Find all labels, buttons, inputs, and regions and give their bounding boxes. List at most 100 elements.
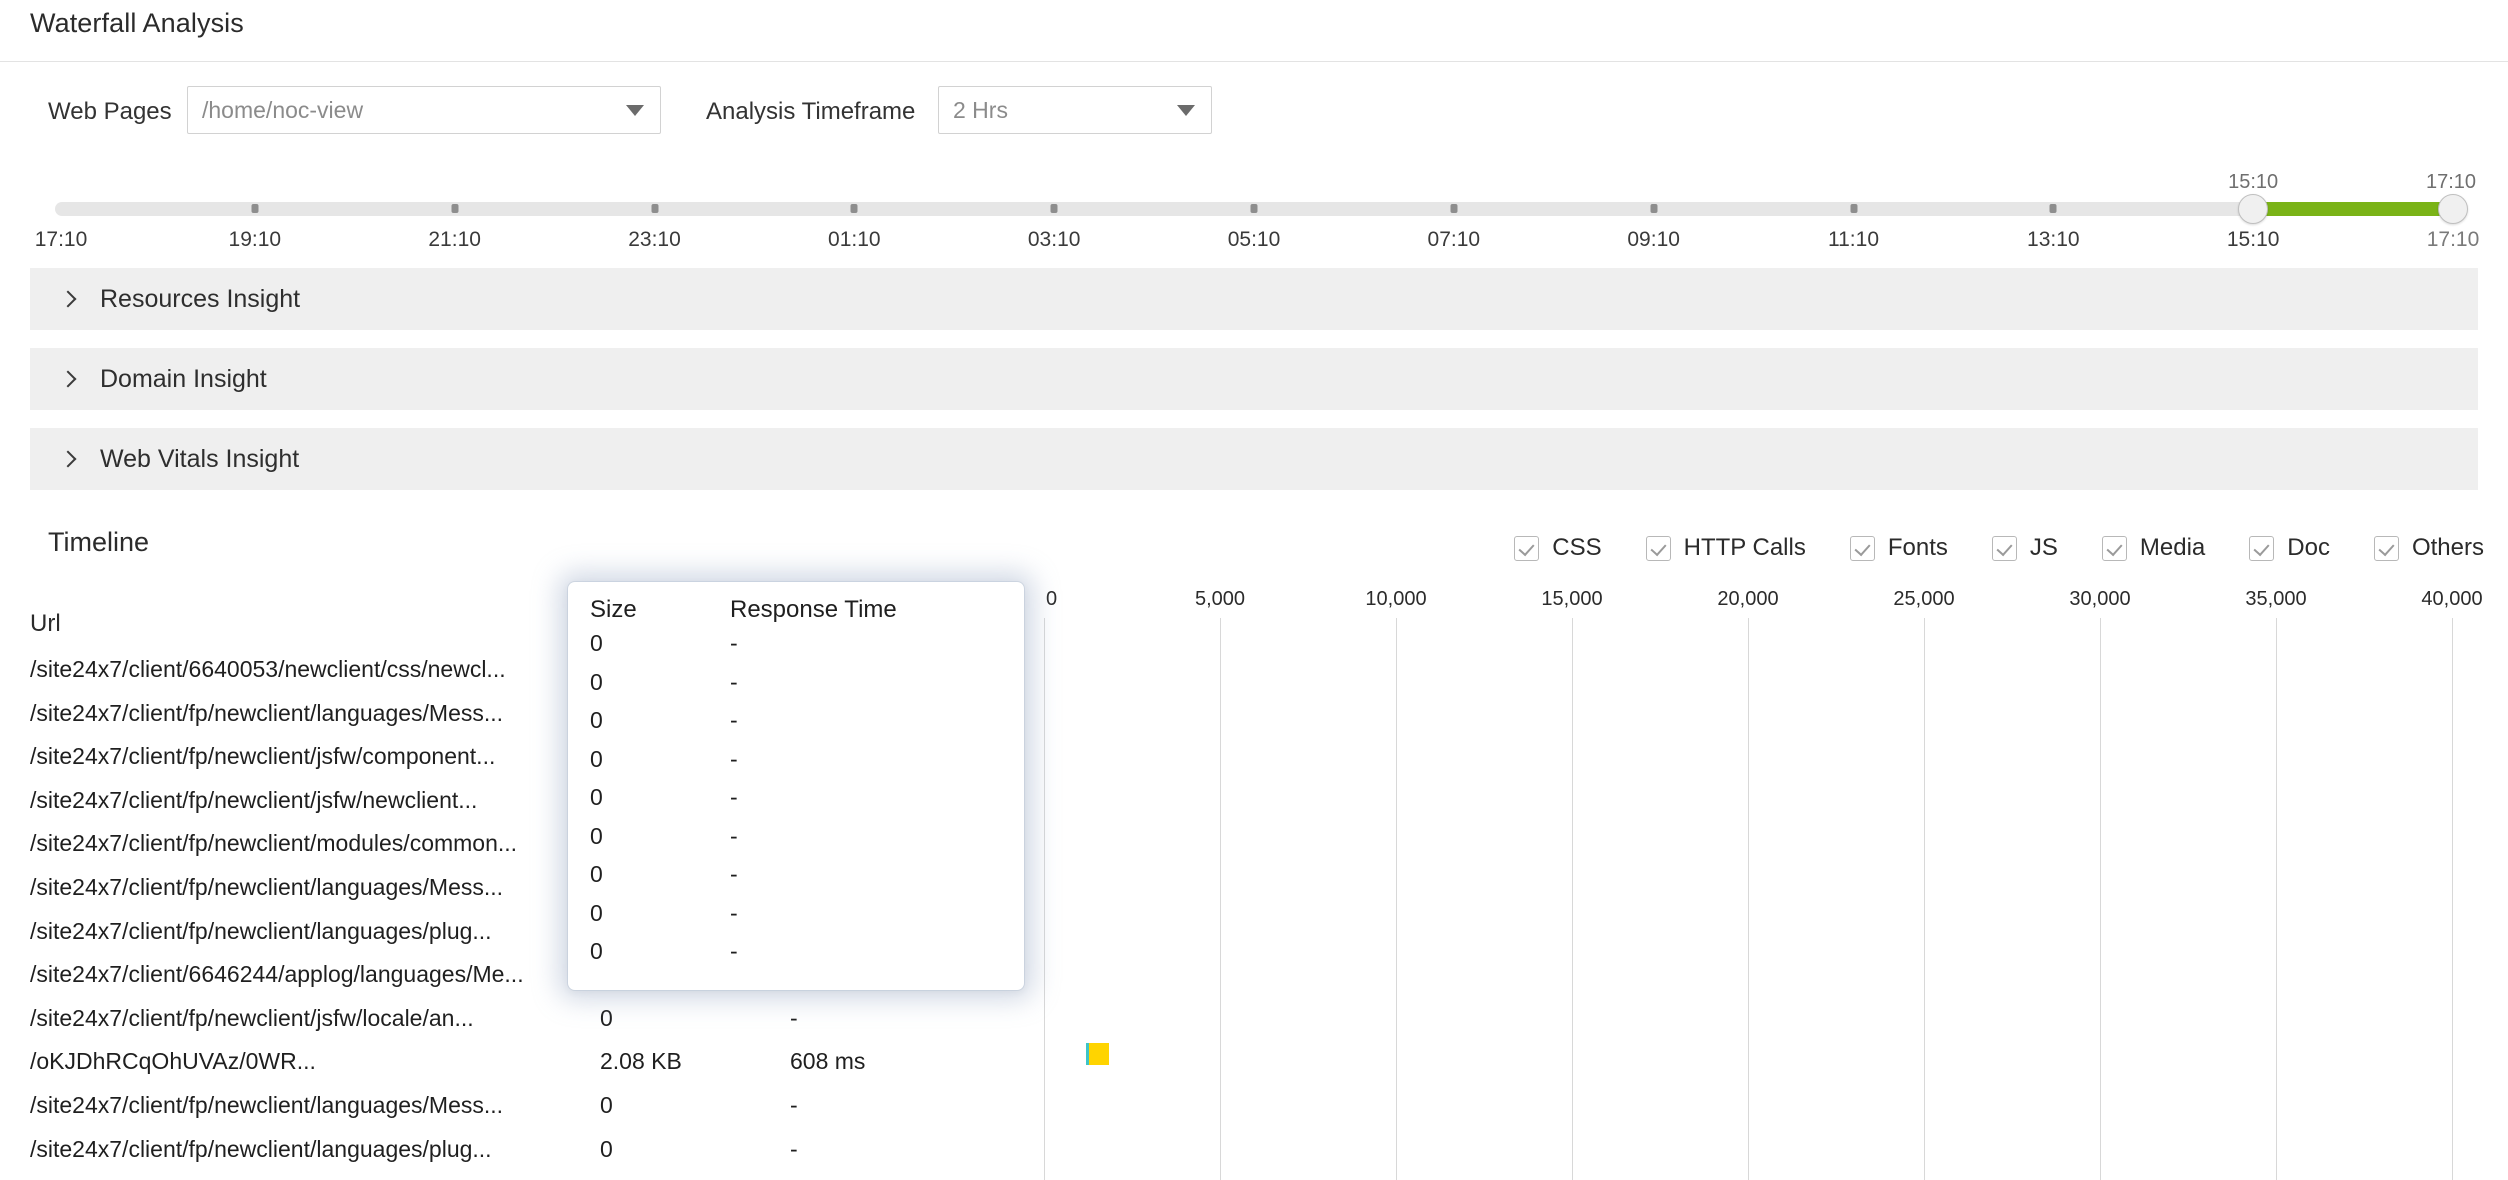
slider-tick-dot [1850, 204, 1857, 213]
legend-filter-media[interactable]: Media [2101, 534, 2206, 562]
slider-tick-dot [850, 204, 858, 213]
web-pages-select[interactable]: /home/noc-view [187, 86, 661, 134]
accordion-label: Resources Insight [100, 284, 301, 313]
cell-url: /site24x7/client/6640053/newclient/css/n… [30, 656, 506, 682]
filter-bar: Web Pages /home/noc-view Analysis Timefr… [0, 86, 2508, 148]
chart-gridline [2100, 618, 2101, 1180]
analysis-timeframe-select[interactable]: 2 Hrs [938, 86, 1212, 134]
checkbox-checked-icon[interactable] [2101, 535, 2127, 561]
overlay-cell-response-time: - [730, 938, 738, 964]
overlay-cell-response-time: - [730, 668, 738, 695]
chart-gridline [1396, 618, 1397, 1180]
slider-tick-dot [2049, 204, 2057, 213]
slider-handle-start[interactable] [2238, 194, 2269, 224]
legend-label: Others [2411, 534, 2484, 561]
legend-filter-js[interactable]: JS [1991, 534, 2058, 562]
accordion-web-vitals-insight[interactable]: Web Vitals Insight [30, 428, 2478, 490]
slider-tick-label: 13:10 [2027, 228, 2080, 251]
web-pages-selected-value: /home/noc-view [202, 96, 364, 123]
checkbox-checked-icon[interactable] [2373, 535, 2399, 561]
chevron-right-icon [59, 370, 77, 388]
slider-tick-label: 03:10 [1027, 228, 1081, 251]
chart-x-tick-label: 35,000 [2245, 588, 2307, 610]
accordion-label: Web Vitals Insight [100, 444, 300, 473]
checkbox-checked-icon[interactable] [1991, 535, 2017, 561]
cell-url: /site24x7/client/fp/newclient/languages/… [30, 699, 504, 726]
cell-url: /site24x7/client/fp/newclient/jsfw/compo… [30, 743, 496, 770]
accordion-label: Domain Insight [100, 364, 267, 393]
chart-x-tick-label: 10,000 [1365, 588, 1427, 610]
checkbox-checked-icon[interactable] [1645, 535, 1671, 561]
cell-response-time: 608 ms [790, 1048, 866, 1075]
slider-handle-start-label: 15:10 [2228, 171, 2279, 193]
slider-tick-label: 11:10 [1828, 228, 1879, 251]
cell-size: 0 [600, 1004, 613, 1031]
slider-tick-label: 21:10 [428, 228, 481, 251]
slider-tick-label: 05:10 [1227, 228, 1281, 251]
waterfall-chart: 0 5,000 10,000 15,000 20,000 25,000 30,000 35,0… [1030, 588, 2508, 1180]
slider-tick-dot [1450, 204, 1458, 213]
slider-tick-label: 15:10 [2226, 228, 2280, 251]
legend-label: HTTP Calls [1683, 534, 1806, 561]
slider-tick-dot [251, 204, 259, 213]
cell-url: /site24x7/client/6646244/applog/language… [30, 961, 524, 988]
slider-tick-dot [1650, 204, 1658, 213]
time-range-slider[interactable]: 15:10 17:10 17:10 19:10 21:10 23:10 01:10 03:… [0, 171, 2508, 260]
chart-x-tick-label: 20,000 [1717, 588, 1779, 610]
chart-gridline [1572, 618, 1573, 1180]
slider-tick-label: 19:10 [228, 228, 282, 251]
legend-filter-others[interactable]: Others [2373, 534, 2484, 562]
web-pages-label: Web Pages [48, 98, 172, 125]
chart-x-tick-label: 5,000 [1194, 588, 1246, 610]
overlay-cell-response-time: - [730, 822, 738, 849]
legend-filter-css[interactable]: CSS [1514, 534, 1602, 562]
chart-gridline [2452, 618, 2453, 1180]
chart-x-tick-label: 15,000 [1541, 588, 1603, 610]
detail-tooltip-panel: Size Response Time 0 - 0 - 0 - 0 - 0 - 0 - 0 - 0 - 0 - [568, 582, 1024, 990]
cell-url: /site24x7/client/fp/newclient/languages/… [30, 1135, 492, 1162]
legend-label: Media [2139, 534, 2206, 561]
accordion-resources-insight[interactable]: Resources Insight [30, 268, 2478, 330]
chevron-down-icon [1177, 104, 1195, 116]
slider-tick-dot [1050, 204, 1058, 213]
chart-gridline [1220, 618, 1221, 1180]
legend-filter-http-calls[interactable]: HTTP Calls [1645, 534, 1806, 562]
overlay-cell-size: 0 [590, 745, 603, 772]
chart-x-tick-label: 30,000 [2069, 588, 2131, 610]
overlay-cell-response-time: - [730, 745, 738, 772]
chevron-right-icon [59, 450, 77, 468]
overlay-column-header-response-time: Response Time [730, 596, 897, 623]
analysis-timeframe-selected-value: 2 Hrs [953, 96, 1008, 123]
overlay-cell-size: 0 [590, 707, 603, 733]
checkbox-checked-icon[interactable] [1849, 535, 1875, 561]
legend-filter-fonts[interactable]: Fonts [1849, 534, 1948, 562]
chart-x-tick-label: 0 [1046, 588, 1058, 610]
slider-tick-label: 07:10 [1427, 228, 1481, 251]
chart-bar[interactable] [1030, 1043, 2508, 1066]
cell-url: /oKJDhRCqOhUVAz/0WR... [30, 1048, 316, 1075]
overlay-cell-size: 0 [590, 938, 603, 964]
overlay-cell-size: 0 [590, 822, 603, 849]
overlay-cell-response-time: - [730, 784, 738, 810]
chart-gridline [1924, 618, 1925, 1180]
overlay-cell-response-time: - [730, 707, 738, 733]
overlay-cell-size: 0 [590, 861, 603, 887]
checkbox-checked-icon[interactable] [2249, 535, 2275, 561]
checkbox-checked-icon[interactable] [1514, 535, 1540, 561]
legend-filter-doc[interactable]: Doc [2249, 534, 2330, 562]
slider-tick-label: 17:10 [2426, 228, 2480, 251]
cell-size: 2.08 KB [600, 1048, 682, 1075]
legend-label: Fonts [1887, 534, 1948, 561]
slider-handle-end[interactable] [2438, 194, 2468, 224]
chevron-down-icon [626, 104, 644, 116]
slider-tick-label: 09:10 [1627, 228, 1680, 251]
page-title: Waterfall Analysis [30, 8, 244, 38]
overlay-cell-size: 0 [590, 668, 603, 695]
chart-x-tick-label: 40,000 [2421, 588, 2483, 610]
chart-gridline [2276, 618, 2277, 1180]
accordion-domain-insight[interactable]: Domain Insight [30, 348, 2478, 410]
header-divider [0, 61, 2508, 62]
waterfall-analysis-page: Waterfall Analysis Web Pages /home/noc-v… [0, 0, 2508, 1180]
legend-label: Doc [2287, 534, 2330, 561]
chevron-right-icon [59, 290, 77, 308]
